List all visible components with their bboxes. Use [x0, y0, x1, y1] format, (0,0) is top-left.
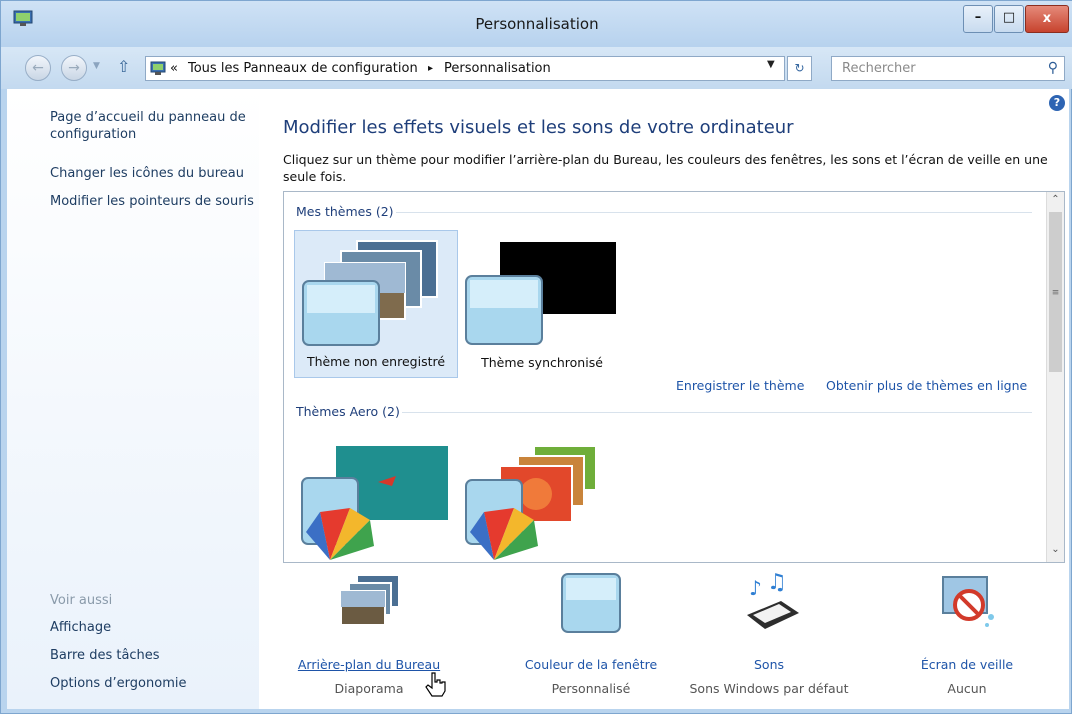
theme-label: Thème synchronisé: [481, 355, 603, 370]
close-button[interactable]: x: [1025, 5, 1069, 33]
group-divider: [396, 212, 1032, 213]
page-title: Modifier les effets visuels et les sons …: [283, 117, 794, 138]
window-color-setting[interactable]: Couleur de la fenêtre Personnalisé: [491, 573, 691, 703]
theme-black-preview-icon: [465, 242, 616, 345]
aero-theme-2[interactable]: [460, 436, 624, 562]
window-color-value: Personnalisé: [551, 681, 631, 696]
search-box[interactable]: Rechercher ⚲: [831, 56, 1065, 81]
theme-label: Thème non enregistré: [306, 354, 446, 369]
personalization-window: Personnalisation – □ x ← → ▼ ⇧ « Tous le…: [0, 0, 1072, 714]
back-arrow-icon: ←: [32, 60, 44, 76]
theme-slideshow-preview-icon: [302, 240, 438, 346]
sounds-setting[interactable]: ♪ ♫ Sons Sons Windows par défaut: [669, 573, 869, 703]
address-dropdown-icon[interactable]: ▼: [767, 59, 775, 70]
screensaver-link[interactable]: Écran de veille: [867, 657, 1067, 672]
theme-unsaved[interactable]: Thème non enregistré: [294, 230, 458, 378]
see-also-heading: Voir aussi: [50, 593, 113, 608]
screensaver-setting[interactable]: Écran de veille Aucun: [867, 573, 1067, 703]
window-title: Personnalisation: [475, 15, 599, 33]
sidebar-item-ease-of-access[interactable]: Options d’ergonomie: [50, 675, 186, 692]
themes-list[interactable]: Mes thèmes (2) Thème non enregistré Thèm…: [283, 191, 1065, 563]
themes-scrollbar[interactable]: ⌃ ≡ ⌄: [1046, 192, 1064, 562]
sidebar-item-mouse-pointers[interactable]: Modifier les pointeurs de souris: [50, 193, 254, 210]
scroll-up-icon[interactable]: ⌃: [1047, 194, 1064, 210]
maximize-icon: □: [1002, 10, 1016, 25]
sounds-link[interactable]: Sons: [669, 657, 869, 672]
refresh-button[interactable]: ↻: [787, 56, 812, 81]
forward-arrow-icon: →: [68, 60, 80, 76]
save-theme-link[interactable]: Enregistrer le thème: [676, 378, 804, 393]
sidebar-item-taskbar[interactable]: Barre des tâches: [50, 647, 160, 664]
sidebar: Page d’accueil du panneau de configurati…: [7, 89, 259, 709]
aero-themes-header: Thèmes Aero (2): [296, 404, 400, 419]
up-arrow-icon[interactable]: ⇧: [117, 57, 130, 76]
sounds-icon: ♪ ♫: [747, 573, 799, 629]
desktop-background-icon: [340, 574, 400, 626]
desktop-background-link[interactable]: Arrière-plan du Bureau: [269, 657, 469, 672]
search-icon[interactable]: ⚲: [1048, 60, 1058, 76]
address-bar[interactable]: « Tous les Panneaux de configuration ▸ P…: [145, 56, 785, 81]
back-button[interactable]: ←: [25, 55, 51, 81]
search-input[interactable]: Rechercher: [842, 61, 916, 76]
hand-cursor-icon: [425, 672, 446, 697]
breadcrumb-personalization[interactable]: Personnalisation: [444, 61, 551, 76]
theme-aero-fish-preview-icon: [301, 446, 448, 560]
group-divider: [402, 412, 1032, 413]
get-more-themes-link[interactable]: Obtenir plus de thèmes en ligne: [826, 378, 1027, 393]
theme-aero-flowers-preview-icon: [465, 445, 597, 560]
control-panel-icon: [150, 61, 166, 75]
breadcrumb-all-control-panels[interactable]: Tous les Panneaux de configuration: [188, 61, 418, 76]
breadcrumb-arrow-icon[interactable]: ▸: [428, 63, 433, 74]
minimize-icon: –: [974, 10, 982, 25]
title-bar[interactable]: Personnalisation – □ x: [1, 1, 1072, 47]
maximize-button[interactable]: □: [994, 5, 1024, 33]
minimize-button[interactable]: –: [963, 5, 993, 33]
screensaver-icon: [942, 576, 994, 627]
screensaver-value: Aucun: [947, 681, 987, 696]
page-description: Cliquez sur un thème pour modifier l’arr…: [283, 152, 1048, 184]
scroll-grip-icon: ≡: [1051, 288, 1060, 298]
forward-button[interactable]: →: [61, 55, 87, 81]
help-icon[interactable]: ?: [1049, 95, 1065, 111]
content-area: Page d’accueil du panneau de configurati…: [7, 89, 1069, 709]
scroll-down-icon[interactable]: ⌄: [1047, 544, 1064, 560]
navigation-bar: ← → ▼ ⇧ « Tous les Panneaux de configura…: [1, 47, 1072, 89]
svg-text:♪: ♪: [749, 576, 762, 600]
window-color-icon: [561, 573, 621, 633]
sidebar-item-desktop-icons[interactable]: Changer les icônes du bureau: [50, 165, 244, 182]
recent-locations-chevron-icon[interactable]: ▼: [93, 61, 100, 71]
svg-text:♫: ♫: [767, 573, 787, 595]
refresh-icon: ↻: [794, 61, 805, 75]
sounds-value: Sons Windows par défaut: [689, 681, 849, 696]
close-icon: x: [1042, 11, 1052, 26]
window-color-link[interactable]: Couleur de la fenêtre: [491, 657, 691, 672]
sidebar-item-display[interactable]: Affichage: [50, 619, 111, 636]
theme-synced[interactable]: Thème synchronisé: [460, 230, 624, 378]
aero-theme-1[interactable]: [294, 436, 458, 562]
my-themes-header: Mes thèmes (2): [296, 204, 394, 219]
sidebar-item-control-panel-home[interactable]: Page d’accueil du panneau de configurati…: [50, 109, 250, 143]
breadcrumb-overflow[interactable]: «: [170, 61, 178, 76]
